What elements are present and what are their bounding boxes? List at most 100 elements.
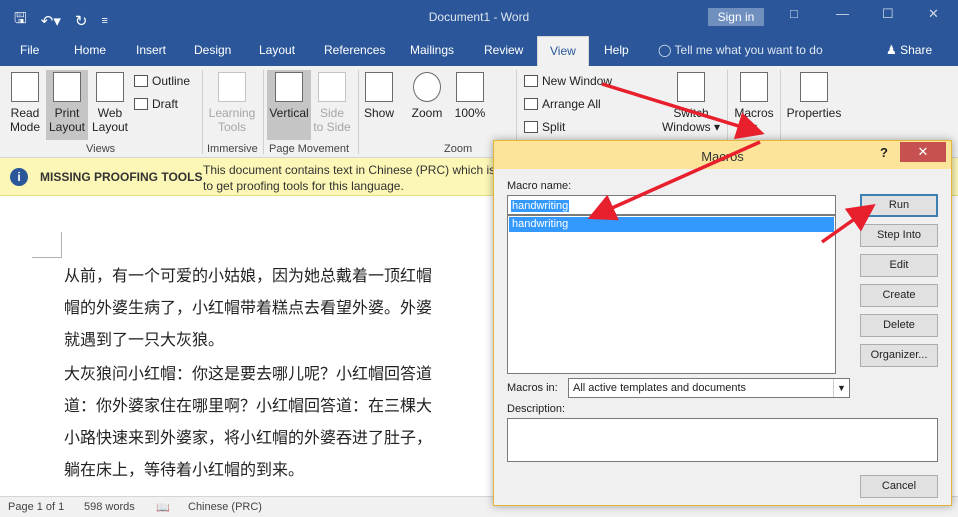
side-pages-icon (318, 72, 346, 102)
switch-windows-icon (677, 72, 705, 102)
draft-button[interactable]: Draft (134, 97, 178, 111)
description-label: Description: (507, 403, 566, 415)
proofing-icon[interactable]: 📖 (156, 501, 170, 514)
message-line-1: This document contains text in Chinese (… (203, 163, 496, 177)
text-line: 躺在床上，等待着小红帽的到来。 (64, 460, 305, 479)
run-button[interactable]: Run (860, 194, 938, 217)
text-line: 道：你外婆家住在哪里啊？小红帽回答道：在三棵大 (64, 396, 433, 415)
vertical-label: Vertical (269, 106, 309, 120)
macros-button[interactable]: Macros ▾ (732, 72, 776, 140)
print-layout-button[interactable]: Print Layout (46, 70, 88, 140)
ribbon-divider (263, 70, 264, 154)
web-layout-label-2: Layout (91, 120, 129, 134)
tab-design[interactable]: Design (194, 43, 231, 57)
window-title: Document1 - Word (428, 10, 530, 24)
read-mode-button[interactable]: Read Mode (4, 72, 46, 140)
new-window-button[interactable]: New Window (524, 74, 612, 88)
tab-view[interactable]: View (537, 36, 589, 67)
arrange-all-label: Arrange All (542, 97, 601, 111)
word-count[interactable]: 598 words (84, 501, 135, 513)
draft-icon (134, 98, 148, 110)
title-bar: 🖫 ↶▾ ↻ ≡ Document1 - Word Sign in □ — ☐ … (0, 0, 958, 36)
tab-home[interactable]: Home (74, 43, 106, 57)
paragraph-2[interactable]: 大灰狼问小红帽：你这是要去哪儿呢？小红帽回答道 道：你外婆家住在哪里啊？小红帽回… (64, 358, 432, 486)
description-box (507, 418, 938, 462)
create-button[interactable]: Create (860, 284, 938, 307)
tab-references[interactable]: References (324, 43, 385, 57)
zoom-100-button[interactable]: 100% (452, 72, 488, 140)
split-button[interactable]: Split (524, 120, 565, 134)
chevron-down-icon[interactable]: ▼ (833, 379, 849, 397)
zoom-label: Zoom (411, 106, 443, 120)
properties-label: Properties (786, 106, 842, 120)
step-into-button[interactable]: Step Into (860, 224, 938, 247)
new-window-icon (524, 75, 538, 87)
vertical-button[interactable]: Vertical (267, 70, 311, 140)
share-button[interactable]: ♟ Share (886, 43, 932, 57)
macros-list[interactable]: handwriting (507, 215, 836, 374)
tab-review[interactable]: Review (484, 43, 523, 57)
web-layout-button[interactable]: Web Layout (90, 72, 130, 140)
side-to-side-label-1: Side (319, 106, 345, 120)
language-indicator[interactable]: Chinese (PRC) (188, 501, 262, 513)
tell-me-search[interactable]: ◯ Tell me what you want to do (658, 43, 823, 57)
side-to-side-button[interactable]: Side to Side (312, 72, 352, 140)
arrange-all-icon (524, 98, 538, 110)
delete-button[interactable]: Delete (860, 314, 938, 337)
show-button[interactable]: Show (362, 72, 396, 140)
dialog-title-bar[interactable]: Macros ? ✕ (494, 141, 951, 169)
show-label: Show (363, 106, 395, 120)
message-bar-title: MISSING PROOFING TOOLS (40, 170, 203, 184)
split-icon (524, 121, 538, 133)
text-line: 大灰狼问小红帽：你这是要去哪儿呢？小红帽回答道 (64, 364, 433, 383)
arrange-all-button[interactable]: Arrange All (524, 97, 601, 111)
immersive-group-label: Immersive (207, 143, 258, 155)
page-icon (53, 72, 81, 102)
macro-name-input[interactable]: handwriting (507, 195, 836, 215)
properties-button[interactable]: Properties (784, 72, 844, 140)
maximize-icon[interactable]: ☐ (882, 6, 894, 22)
close-icon[interactable]: ✕ (928, 6, 939, 22)
person-icon: ♟ (886, 43, 901, 57)
read-mode-label-2: Mode (9, 120, 41, 134)
new-window-label: New Window (542, 74, 613, 88)
print-layout-label-2: Layout (48, 120, 86, 134)
cancel-button[interactable]: Cancel (860, 475, 938, 498)
tab-mailings[interactable]: Mailings (410, 43, 454, 57)
zoom-100-icon (456, 72, 484, 102)
web-layout-label-1: Web (97, 106, 123, 120)
macros-dialog: Macros ? ✕ Macro name: handwriting handw… (493, 140, 952, 506)
sharepoint-properties-icon (800, 72, 828, 102)
edit-button[interactable]: Edit (860, 254, 938, 277)
page-margin-marker (32, 232, 62, 258)
tab-file[interactable]: File (20, 43, 39, 57)
chevron-down-icon: ▾ (750, 120, 758, 134)
page-count[interactable]: Page 1 of 1 (8, 501, 64, 513)
macros-in-select[interactable]: All active templates and documents ▼ (568, 378, 850, 398)
tab-help[interactable]: Help (604, 43, 629, 57)
macros-label: Macros (734, 106, 774, 120)
restore-ribbon-icon[interactable]: □ (790, 6, 798, 21)
learning-tools-button[interactable]: Learning Tools (206, 72, 258, 140)
organizer-button[interactable]: Organizer... (860, 344, 938, 367)
close-icon[interactable]: ✕ (900, 142, 946, 162)
zoom-button[interactable]: Zoom (408, 72, 446, 140)
outline-button[interactable]: Outline (134, 74, 190, 88)
vertical-pages-icon (275, 72, 303, 102)
tab-insert[interactable]: Insert (136, 43, 166, 57)
macros-in-label: Macros in: (507, 382, 558, 394)
paragraph-1[interactable]: 从前，有一个可爱的小姑娘，因为她总戴着一顶红帽 帽的外婆生病了，小红帽带着糕点去… (64, 260, 432, 356)
tab-layout[interactable]: Layout (259, 43, 295, 57)
learning-tools-icon (218, 72, 246, 102)
sign-in-button[interactable]: Sign in (708, 8, 764, 26)
macro-name-label: Macro name: (507, 180, 572, 192)
list-item[interactable]: handwriting (509, 217, 834, 232)
show-icon (365, 72, 393, 102)
minimize-icon[interactable]: — (836, 6, 849, 21)
macros-in-value: All active templates and documents (573, 382, 747, 394)
tell-me-label: Tell me what you want to do (674, 43, 823, 57)
help-icon[interactable]: ? (880, 145, 888, 160)
globe-icon (96, 72, 124, 102)
switch-windows-button[interactable]: Switch Windows ▾ (660, 72, 722, 140)
message-line-2: to get proofing tools for this language. (203, 179, 404, 193)
